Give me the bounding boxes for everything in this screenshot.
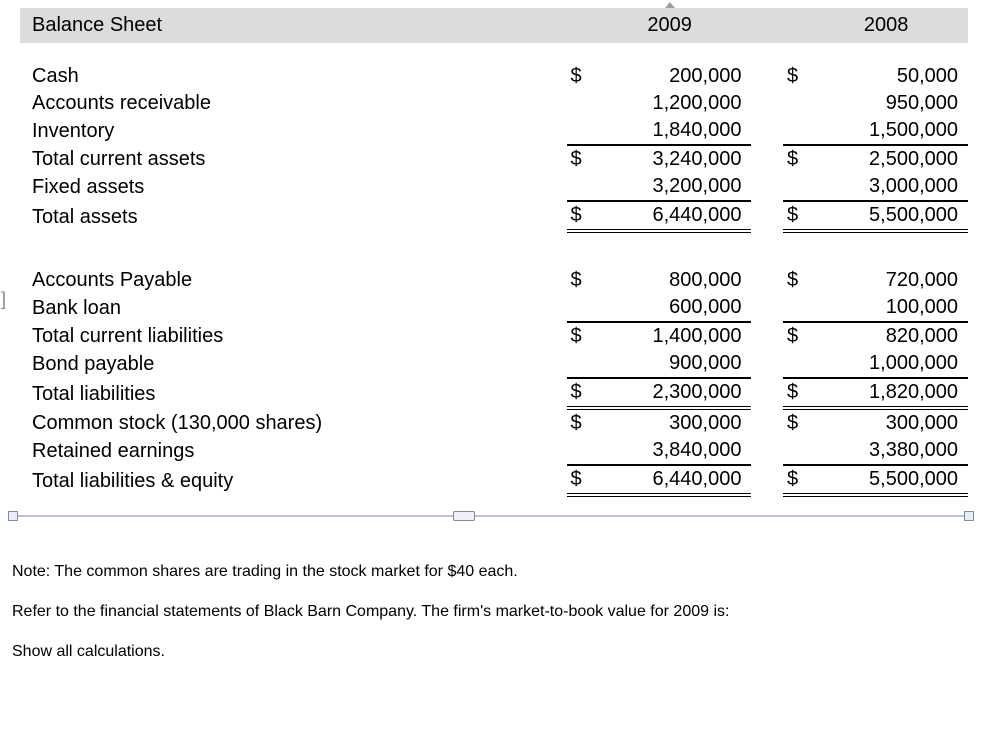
note-text: Note: The common shares are trading in t…: [12, 563, 976, 581]
table-row: Total current assets $ 3,240,000 $ 2,500…: [20, 145, 968, 173]
scrollbar-cap-left: [8, 511, 18, 521]
currency-symbol: $: [567, 465, 594, 495]
row-value: 900,000: [594, 350, 752, 378]
table-row: Total liabilities & equity $ 6,440,000 $…: [20, 465, 968, 495]
row-value: 3,240,000: [594, 145, 752, 173]
row-value: 950,000: [810, 90, 968, 117]
table-row: Bank loan 600,000 100,000: [20, 294, 968, 322]
row-value: 2,500,000: [810, 145, 968, 173]
table-row: Bond payable 900,000 1,000,000: [20, 350, 968, 378]
header-title: Balance Sheet: [20, 8, 567, 43]
table-row: Accounts receivable 1,200,000 950,000: [20, 90, 968, 117]
row-label: Bank loan: [20, 294, 567, 322]
row-value: 6,440,000: [594, 465, 752, 495]
row-value: 50,000: [810, 63, 968, 90]
currency-symbol: $: [783, 145, 810, 173]
table-header-row: Balance Sheet 2009 2008: [20, 8, 968, 43]
table-row: Total assets $ 6,440,000 $ 5,500,000: [20, 201, 968, 231]
table-row: Cash $ 200,000 $ 50,000: [20, 63, 968, 90]
row-value: 5,500,000: [810, 465, 968, 495]
table-row: Retained earnings 3,840,000 3,380,000: [20, 437, 968, 465]
row-label: Retained earnings: [20, 437, 567, 465]
question-text: Refer to the financial statements of Bla…: [12, 603, 976, 621]
row-value: 1,400,000: [594, 322, 752, 350]
row-value: 200,000: [594, 63, 752, 90]
row-value: 820,000: [810, 322, 968, 350]
scrollbar-track: [12, 515, 970, 517]
instruction-text: Show all calculations.: [12, 643, 976, 661]
row-value: 3,200,000: [594, 173, 752, 201]
row-label: Cash: [20, 63, 567, 90]
scrollbar-thumb[interactable]: [453, 511, 475, 521]
balance-sheet-table: Balance Sheet 2009 2008 Cash $ 200,000 $…: [20, 0, 968, 497]
row-label: Bond payable: [20, 350, 567, 378]
row-value: 800,000: [594, 267, 752, 294]
row-label: Total assets: [20, 201, 567, 231]
row-label: Inventory: [20, 117, 567, 145]
currency-symbol: $: [783, 378, 810, 408]
header-year-1: 2009: [594, 8, 752, 43]
table-row: Total liabilities $ 2,300,000 $ 1,820,00…: [20, 378, 968, 408]
currency-symbol: $: [783, 322, 810, 350]
row-value: 300,000: [810, 408, 968, 437]
currency-symbol: $: [567, 201, 594, 231]
row-value: 5,500,000: [810, 201, 968, 231]
bracket-decoration: ]: [1, 290, 6, 308]
row-value: 1,000,000: [810, 350, 968, 378]
scrollbar-cap-right: [964, 511, 974, 521]
row-value: 2,300,000: [594, 378, 752, 408]
row-label: Accounts Payable: [20, 267, 567, 294]
currency-symbol: $: [567, 378, 594, 408]
row-value: 3,000,000: [810, 173, 968, 201]
row-label: Accounts receivable: [20, 90, 567, 117]
balance-sheet-container: ] Balance Sheet 2009 2008 Cash $ 200,000…: [20, 0, 968, 497]
currency-symbol: $: [783, 201, 810, 231]
row-value: 3,380,000: [810, 437, 968, 465]
currency-symbol: $: [783, 63, 810, 90]
currency-symbol: $: [567, 408, 594, 437]
row-value: 3,840,000: [594, 437, 752, 465]
currency-symbol: $: [783, 408, 810, 437]
row-label: Total current assets: [20, 145, 567, 173]
row-value: 6,440,000: [594, 201, 752, 231]
currency-symbol: $: [567, 63, 594, 90]
header-year-2: 2008: [810, 8, 968, 43]
row-value: 720,000: [810, 267, 968, 294]
table-row: Inventory 1,840,000 1,500,000: [20, 117, 968, 145]
row-value: 1,200,000: [594, 90, 752, 117]
currency-symbol: $: [783, 465, 810, 495]
row-value: 1,840,000: [594, 117, 752, 145]
currency-symbol: $: [567, 145, 594, 173]
row-label: Common stock (130,000 shares): [20, 408, 567, 437]
row-value: 1,500,000: [810, 117, 968, 145]
currency-symbol: $: [567, 267, 594, 294]
row-value: 1,820,000: [810, 378, 968, 408]
table-row: Accounts Payable $ 800,000 $ 720,000: [20, 267, 968, 294]
horizontal-scrollbar[interactable]: [12, 511, 970, 525]
currency-symbol: $: [783, 267, 810, 294]
row-value: 100,000: [810, 294, 968, 322]
notes-section: Note: The common shares are trading in t…: [12, 563, 976, 661]
currency-symbol: $: [567, 322, 594, 350]
row-label: Total liabilities & equity: [20, 465, 567, 495]
row-value: 600,000: [594, 294, 752, 322]
row-label: Total liabilities: [20, 378, 567, 408]
row-label: Total current liabilities: [20, 322, 567, 350]
table-row: Fixed assets 3,200,000 3,000,000: [20, 173, 968, 201]
row-label: Fixed assets: [20, 173, 567, 201]
table-row: Total current liabilities $ 1,400,000 $ …: [20, 322, 968, 350]
table-row: Common stock (130,000 shares) $ 300,000 …: [20, 408, 968, 437]
row-value: 300,000: [594, 408, 752, 437]
